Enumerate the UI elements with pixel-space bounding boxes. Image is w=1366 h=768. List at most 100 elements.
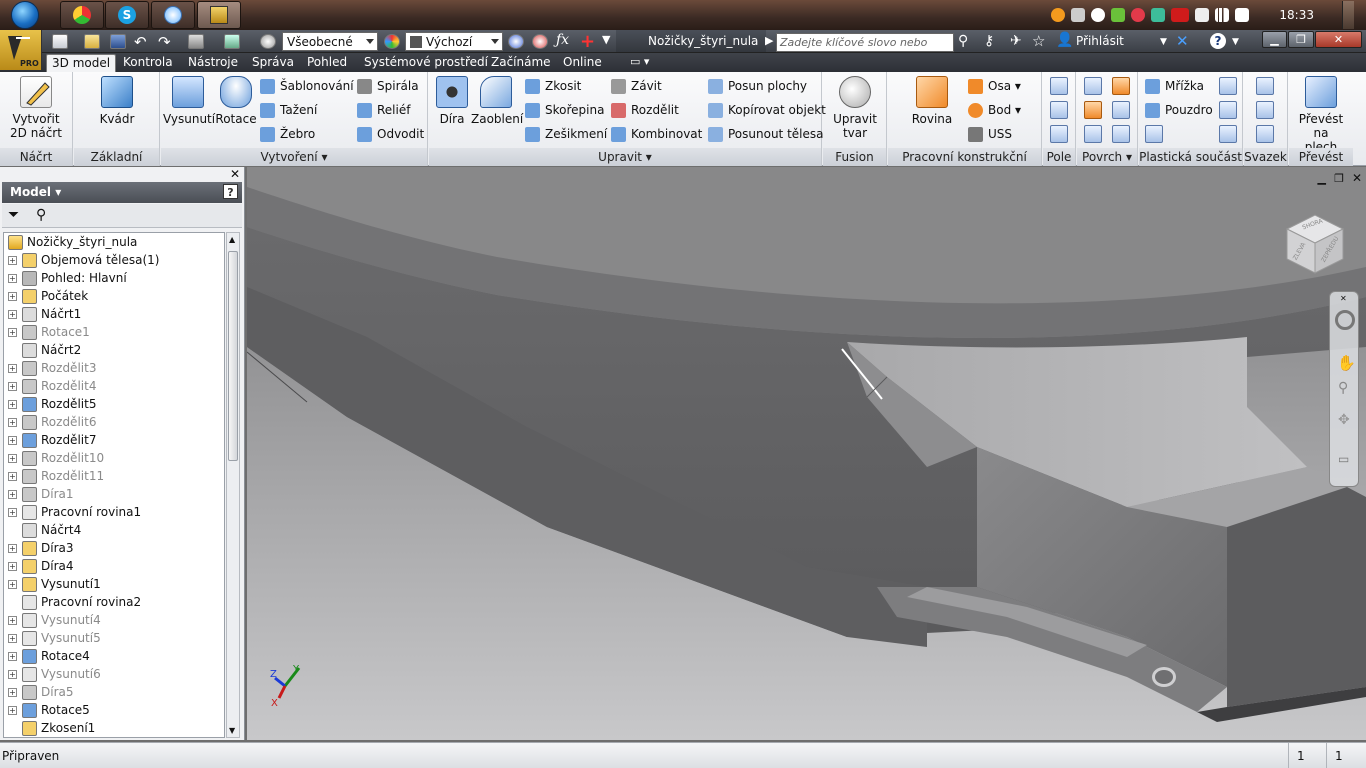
taskbar-itunes[interactable] bbox=[151, 1, 195, 29]
tree-node[interactable]: Náčrt2 bbox=[4, 341, 81, 359]
rest-icon[interactable] bbox=[1145, 125, 1163, 143]
clock[interactable]: 18:33 bbox=[1279, 8, 1314, 22]
maximize-button[interactable]: ❐ bbox=[1288, 31, 1314, 48]
snap-fit-icon[interactable] bbox=[1219, 77, 1237, 95]
help-icon[interactable]: ? bbox=[223, 184, 238, 199]
create-2d-sketch-button[interactable]: Vytvořit 2D náčrt bbox=[8, 76, 64, 140]
material-combo[interactable]: Všeobecné bbox=[282, 32, 378, 51]
tree-node[interactable]: + Rozdělit6 bbox=[4, 413, 96, 431]
network-icon[interactable] bbox=[1215, 8, 1230, 22]
tree-node[interactable]: + Rozdělit7 bbox=[4, 431, 96, 449]
tree-node[interactable]: + Vysunutí4 bbox=[4, 611, 101, 629]
edit-form-button[interactable]: Upravit tvar bbox=[829, 76, 881, 140]
search-arrow-icon[interactable]: ▶ bbox=[765, 34, 773, 47]
circular-pattern-icon[interactable] bbox=[1050, 101, 1068, 119]
copy-object-button[interactable]: Kopírovat objekt bbox=[708, 100, 826, 120]
tree-node[interactable]: Náčrt4 bbox=[4, 521, 81, 539]
shell-button[interactable]: Skořepina bbox=[525, 100, 604, 120]
split-button[interactable]: Rozdělit bbox=[611, 100, 679, 120]
tree-node[interactable]: + Vysunutí6 bbox=[4, 665, 101, 683]
update-icon[interactable] bbox=[224, 34, 240, 49]
delete-face-icon[interactable] bbox=[1112, 125, 1130, 143]
restore-view-icon[interactable]: ❐ bbox=[1334, 172, 1344, 185]
tree-node[interactable]: + Vysunutí5 bbox=[4, 629, 101, 647]
rib-button[interactable]: Žebro bbox=[260, 124, 315, 144]
ati-icon[interactable] bbox=[1171, 8, 1190, 22]
harness-icon-1[interactable] bbox=[1256, 77, 1274, 95]
lip-icon[interactable] bbox=[1219, 125, 1237, 143]
new-file-icon[interactable] bbox=[52, 34, 68, 49]
satellite-icon[interactable]: ✈ bbox=[1010, 33, 1022, 49]
scroll-thumb[interactable] bbox=[228, 251, 238, 461]
material-icon[interactable] bbox=[260, 34, 276, 49]
scroll-down-icon[interactable]: ▼ bbox=[229, 726, 235, 735]
emboss-button[interactable]: Reliéf bbox=[357, 100, 410, 120]
rectangular-pattern-icon[interactable] bbox=[1050, 77, 1068, 95]
favorites-star-icon[interactable]: ☆ bbox=[1032, 32, 1045, 50]
tree-node[interactable]: + Rotace5 bbox=[4, 701, 90, 719]
expand-icon[interactable]: + bbox=[8, 309, 17, 319]
customize-qat-icon[interactable]: ▼ bbox=[602, 33, 610, 46]
minimize-button[interactable]: ▁ bbox=[1262, 31, 1287, 48]
sign-in-button[interactable]: Přihlásit bbox=[1076, 34, 1124, 48]
binoculars-icon[interactable]: ⚲ bbox=[36, 207, 46, 223]
tree-node[interactable]: Zkosení1 bbox=[4, 719, 95, 737]
expand-icon[interactable]: + bbox=[8, 507, 17, 517]
expand-icon[interactable]: + bbox=[8, 381, 17, 391]
look-at-icon[interactable]: ▭ bbox=[1338, 452, 1349, 466]
move-face-button[interactable]: Posun plochy bbox=[708, 76, 807, 96]
browser-scrollbar[interactable]: ▲ ▼ bbox=[226, 232, 240, 738]
tree-node[interactable]: Pracovní rovina2 bbox=[4, 593, 141, 611]
expand-icon[interactable]: + bbox=[8, 543, 17, 553]
expand-icon[interactable]: + bbox=[8, 579, 17, 589]
stitch-icon[interactable] bbox=[1112, 77, 1130, 95]
key-icon[interactable]: ⚷ bbox=[984, 33, 994, 49]
taskbar-inventor[interactable] bbox=[197, 1, 241, 29]
pan-hand-icon[interactable]: ✋ bbox=[1337, 354, 1356, 372]
chamfer-button[interactable]: Zkosit bbox=[525, 76, 581, 96]
close-view-icon[interactable]: ✕ bbox=[1352, 171, 1362, 185]
expand-icon[interactable]: + bbox=[8, 291, 17, 301]
mirror-icon[interactable] bbox=[1050, 125, 1068, 143]
close-icon[interactable]: ✕ bbox=[1340, 294, 1347, 303]
tree-node[interactable]: + Náčrt1 bbox=[4, 305, 81, 323]
sculpt-icon[interactable] bbox=[1084, 101, 1102, 119]
expand-icon[interactable]: + bbox=[8, 561, 17, 571]
tree-node[interactable]: + Díra4 bbox=[4, 557, 74, 575]
volume-icon[interactable] bbox=[1235, 8, 1250, 22]
tree-node[interactable]: + Díra1 bbox=[4, 485, 74, 503]
chevron-down-icon[interactable]: ▼ bbox=[1160, 37, 1167, 47]
tree-node[interactable]: + Rozdělit5 bbox=[4, 395, 96, 413]
fillet-button[interactable]: Zaoblení bbox=[471, 76, 523, 126]
expand-icon[interactable]: + bbox=[8, 417, 17, 427]
expand-icon[interactable]: + bbox=[8, 453, 17, 463]
boss-button[interactable]: Pouzdro bbox=[1145, 100, 1213, 120]
expand-icon[interactable]: + bbox=[8, 255, 17, 265]
tree-node[interactable]: + Rozdělit11 bbox=[4, 467, 104, 485]
tree-node[interactable]: + Rotace1 bbox=[4, 323, 90, 341]
application-menu-button[interactable]: PRO bbox=[0, 30, 42, 70]
point-button[interactable]: Bod ▾ bbox=[968, 100, 1021, 120]
harness-icon-2[interactable] bbox=[1256, 101, 1274, 119]
coil-button[interactable]: Spirála bbox=[357, 76, 419, 96]
close-icon[interactable]: ✕ bbox=[230, 167, 240, 181]
expand-icon[interactable]: + bbox=[8, 363, 17, 373]
bluetooth-icon[interactable] bbox=[1091, 8, 1106, 22]
graphics-viewport[interactable]: ▁ ❐ ✕ SHORA ZLEVA ZEPŘEDU ✕ ✋ ⚲ ✥ ▭ Z Y … bbox=[247, 167, 1366, 740]
open-folder-icon[interactable] bbox=[84, 34, 100, 49]
expand-icon[interactable]: + bbox=[8, 651, 17, 661]
fx-icon[interactable]: ƒx bbox=[556, 32, 569, 48]
plane-button[interactable]: Rovina bbox=[910, 76, 954, 126]
tab-nastroje[interactable]: Nástroje bbox=[183, 54, 243, 72]
filter-icon[interactable]: ⏷ bbox=[8, 207, 19, 223]
tree-node[interactable]: + Rozdělit3 bbox=[4, 359, 96, 377]
tab-3d-model[interactable]: 3D model bbox=[46, 54, 117, 72]
tree-node[interactable]: + Vysunutí1 bbox=[4, 575, 101, 593]
measure-icon[interactable] bbox=[532, 34, 548, 49]
convert-to-sheet-metal-button[interactable]: Převést na plech bbox=[1291, 76, 1351, 154]
exchange-x-icon[interactable]: ✕ bbox=[1176, 32, 1189, 50]
close-button[interactable]: ✕ bbox=[1315, 31, 1362, 48]
leaf-icon[interactable] bbox=[1111, 8, 1126, 22]
viewcube[interactable]: SHORA ZLEVA ZEPŘEDU bbox=[1283, 211, 1347, 275]
trim-icon[interactable] bbox=[1084, 125, 1102, 143]
